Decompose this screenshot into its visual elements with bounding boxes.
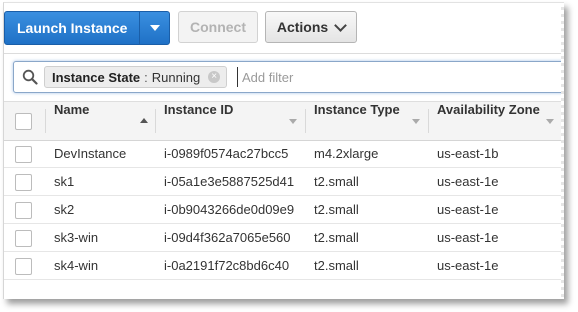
table-row[interactable]: DevInstance i-0989f0574ac27bcc5 m4.2xlar…: [4, 140, 564, 168]
cell-instance-id: i-0b9043266de0d09e9: [164, 202, 295, 217]
column-header-availability-zone[interactable]: Availability Zone: [437, 102, 540, 140]
ec2-instances-panel: Launch Instance Connect Actions Instance…: [3, 2, 564, 299]
cell-instance-id: i-0989f0574ac27bcc5: [164, 146, 289, 161]
table-row[interactable]: sk1 i-05a1e3e5887525d41 t2.small us-east…: [4, 168, 564, 196]
instances-table-body: DevInstance i-0989f0574ac27bcc5 m4.2xlar…: [4, 140, 564, 280]
column-header-name[interactable]: Name: [54, 102, 89, 140]
cell-name: DevInstance: [54, 146, 127, 161]
connect-button[interactable]: Connect: [178, 11, 258, 43]
cell-instance-id: i-05a1e3e5887525d41: [164, 174, 295, 189]
launch-instance-split-button: Launch Instance: [4, 11, 171, 45]
close-circle-icon[interactable]: ×: [208, 71, 221, 83]
table-row[interactable]: sk2 i-0b9043266de0d09e9 t2.small us-east…: [4, 196, 564, 224]
search-icon: [22, 69, 38, 90]
column-divider: [45, 109, 46, 133]
filter-chip-key: Instance State: [52, 69, 141, 85]
sort-ascending-icon[interactable]: [140, 118, 148, 123]
row-checkbox[interactable]: [15, 202, 32, 219]
column-divider: [155, 109, 156, 133]
select-all-checkbox[interactable]: [15, 113, 32, 130]
cell-availability-zone: us-east-1b: [437, 146, 499, 161]
cell-instance-type: t2.small: [314, 202, 359, 217]
row-checkbox[interactable]: [15, 230, 32, 247]
row-checkbox[interactable]: [15, 258, 32, 275]
sort-icon[interactable]: [546, 119, 554, 124]
launch-instance-button[interactable]: Launch Instance: [5, 12, 139, 44]
cell-availability-zone: us-east-1e: [437, 258, 499, 273]
add-filter-input[interactable]: [237, 67, 564, 87]
cell-name: sk4-win: [54, 258, 99, 273]
filter-chip-instance-state[interactable]: Instance State : Running ×: [44, 66, 228, 88]
column-header-instance-id[interactable]: Instance ID: [164, 102, 233, 140]
row-checkbox[interactable]: [15, 174, 32, 191]
sort-icon[interactable]: [289, 119, 297, 124]
cell-name: sk1: [54, 174, 75, 189]
cell-availability-zone: us-east-1e: [437, 230, 499, 245]
column-header-instance-type[interactable]: Instance Type: [314, 102, 400, 140]
cell-instance-type: t2.small: [314, 230, 359, 245]
column-divider: [305, 109, 306, 133]
filter-bar[interactable]: Instance State : Running ×: [13, 61, 564, 93]
cell-availability-zone: us-east-1e: [437, 174, 499, 189]
launch-options-dropdown-button[interactable]: [139, 12, 169, 44]
cell-instance-type: t2.small: [314, 258, 359, 273]
cell-name: sk2: [54, 202, 75, 217]
caret-down-icon: [149, 25, 160, 31]
actions-button[interactable]: Actions: [265, 11, 357, 43]
toolbar-divider: [4, 53, 564, 54]
actions-label: Actions: [276, 19, 329, 35]
cell-instance-id: i-0a2191f72c8bd6c40: [164, 258, 290, 273]
table-row[interactable]: sk3-win i-09d4f362a7065e560 t2.small us-…: [4, 224, 564, 252]
filter-chip-value: Running: [151, 69, 201, 85]
cell-availability-zone: us-east-1e: [437, 202, 499, 217]
column-divider: [428, 109, 429, 133]
cell-instance-type: m4.2xlarge: [314, 146, 379, 161]
row-checkbox[interactable]: [15, 146, 32, 163]
table-header: Name Instance ID Instance Type Availabil…: [4, 101, 564, 141]
sort-icon[interactable]: [412, 119, 420, 124]
cell-instance-type: t2.small: [314, 174, 359, 189]
cell-name: sk3-win: [54, 230, 99, 245]
cell-instance-id: i-09d4f362a7065e560: [164, 230, 291, 245]
table-row[interactable]: sk4-win i-0a2191f72c8bd6c40 t2.small us-…: [4, 252, 564, 280]
filter-chip-separator: :: [144, 69, 148, 85]
toolbar: Launch Instance Connect Actions: [4, 11, 564, 45]
chevron-down-icon: [334, 18, 348, 32]
